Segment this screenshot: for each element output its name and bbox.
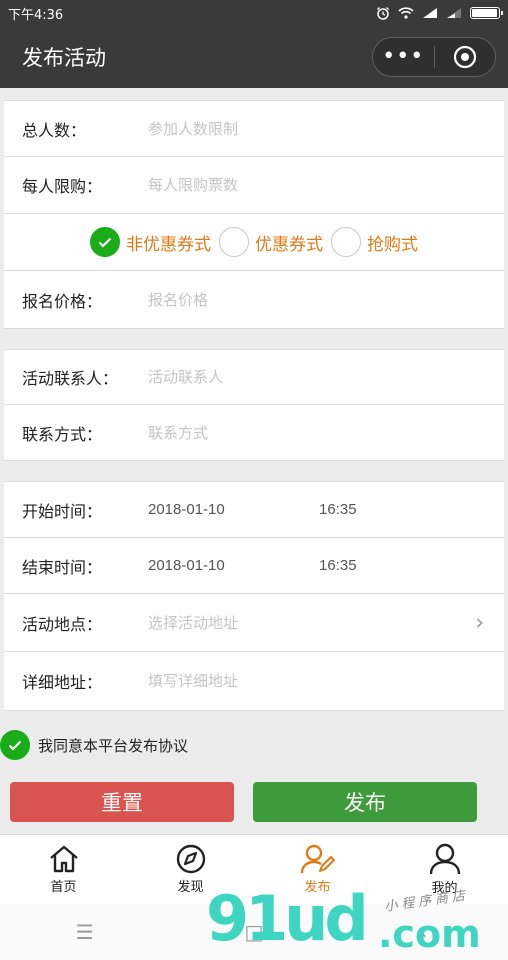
phone-label: 联系方式： (22, 424, 103, 444)
tab-label: 发现 (177, 880, 204, 895)
radio-label: 优惠券式 (255, 234, 323, 255)
status-time: 下午4:36 (8, 7, 64, 23)
tab-bar: 首页 发现 发布 我的 (0, 834, 508, 904)
publish-button[interactable]: 发布 (253, 782, 477, 822)
price-input[interactable] (148, 271, 504, 328)
total-input[interactable] (148, 101, 504, 156)
start-date[interactable]: 2018-01-10 (148, 501, 319, 518)
price-label: 报名价格： (22, 291, 103, 311)
per-person-row: 每人限购： (4, 157, 504, 214)
phone-input[interactable] (148, 405, 504, 460)
address-row: 详细地址： (4, 652, 504, 710)
radio-label: 抢购式 (367, 234, 418, 255)
radio-circle-icon (331, 227, 361, 257)
section-contact: 活动联系人： 联系方式： (4, 349, 504, 461)
address-label: 详细地址： (22, 673, 103, 692)
radio-flash-sale[interactable]: 抢购式 (331, 227, 418, 257)
section-quota: 总人数： 每人限购： 非优惠券式 优惠券式 抢购式 报名价格： (4, 100, 504, 329)
location-input[interactable] (148, 594, 504, 651)
ticket-type-group: 非优惠券式 优惠券式 抢购式 (4, 214, 504, 271)
tab-label: 首页 (50, 880, 77, 895)
menu-icon[interactable]: ☰ (55, 920, 115, 944)
status-bar: 下午4:36 (0, 0, 508, 26)
user-icon (429, 843, 460, 875)
system-nav-bar: ☰ □ ‹ (0, 904, 508, 960)
price-row: 报名价格： (4, 271, 504, 328)
start-time-row[interactable]: 开始时间： 2018-01-10 16:35 (4, 482, 504, 538)
contact-label: 活动联系人： (22, 369, 119, 388)
agreement-checkbox[interactable]: 我同意本平台发布协议 (0, 728, 188, 762)
per-person-label: 每人限购： (22, 177, 103, 196)
location-row[interactable]: 活动地点： › (4, 594, 504, 652)
back-icon[interactable]: ‹ (393, 920, 453, 944)
reset-button[interactable]: 重置 (10, 782, 234, 822)
tab-discover[interactable]: 发现 (127, 835, 254, 904)
end-time-label: 结束时间： (22, 557, 103, 577)
check-icon (90, 227, 120, 257)
radio-label: 非优惠券式 (126, 234, 211, 255)
more-icon[interactable]: ••• (373, 37, 434, 77)
compass-icon (176, 844, 205, 874)
battery-icon (470, 7, 503, 19)
radio-non-coupon[interactable]: 非优惠券式 (90, 227, 211, 257)
agreement-text: 我同意本平台发布协议 (38, 736, 189, 755)
wifi-icon (398, 7, 414, 19)
address-input[interactable] (148, 652, 504, 710)
section-schedule: 开始时间： 2018-01-10 16:35 结束时间： 2018-01-10 … (4, 481, 504, 711)
tab-publish[interactable]: 发布 (254, 835, 381, 904)
home-square-icon[interactable]: □ (224, 920, 284, 944)
radio-circle-icon (219, 227, 249, 257)
signal-icon-1 (423, 8, 437, 18)
radio-coupon[interactable]: 优惠券式 (219, 227, 323, 257)
end-time-row[interactable]: 结束时间： 2018-01-10 16:35 (4, 538, 504, 594)
end-clock[interactable]: 16:35 (319, 557, 357, 574)
check-icon (0, 730, 30, 760)
tab-label: 我的 (431, 881, 458, 896)
total-row: 总人数： (4, 101, 504, 157)
contact-input[interactable] (148, 350, 504, 404)
per-person-input[interactable] (148, 157, 504, 213)
tab-label: 发布 (304, 880, 331, 895)
home-icon (49, 845, 78, 873)
publish-user-icon (300, 844, 335, 874)
phone-row: 联系方式： (4, 405, 504, 460)
alarm-icon (377, 7, 389, 20)
tab-mine[interactable]: 我的 (381, 835, 508, 904)
total-label: 总人数： (22, 120, 87, 140)
chevron-right-icon: › (475, 610, 484, 635)
menu-capsule: ••• (372, 37, 496, 77)
tab-home[interactable]: 首页 (0, 835, 127, 904)
location-label: 活动地点： (22, 614, 103, 634)
contact-row: 活动联系人： (4, 350, 504, 405)
start-clock[interactable]: 16:35 (319, 501, 357, 518)
signal-icon-2 (447, 8, 461, 18)
start-time-label: 开始时间： (22, 501, 103, 521)
close-target-icon[interactable] (434, 45, 495, 69)
end-date[interactable]: 2018-01-10 (148, 557, 319, 574)
nav-bar: 发布活动 ••• (0, 26, 508, 88)
